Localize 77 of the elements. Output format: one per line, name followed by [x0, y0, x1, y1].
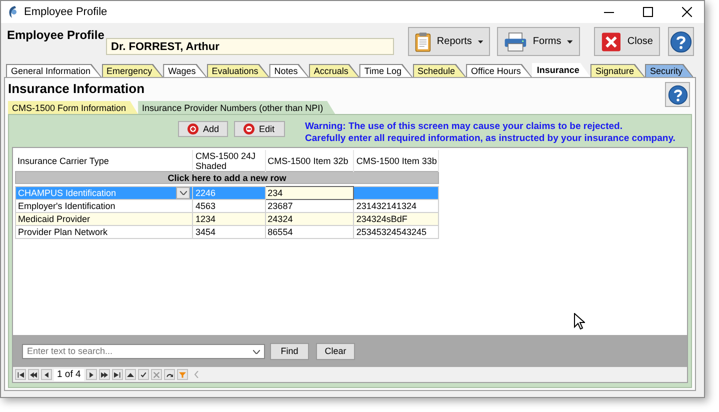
cancel-icon: [152, 372, 160, 378]
app-logo-icon: [7, 5, 19, 19]
dropdown-button[interactable]: [176, 188, 190, 198]
table-cell: 1234: [192, 212, 266, 226]
previous-page-icon: [30, 372, 37, 378]
tab[interactable]: General Information: [6, 64, 102, 77]
carrier-type-value: CHAMPUS Identification: [18, 188, 116, 198]
next-page-icon: [100, 372, 108, 378]
reports-button[interactable]: Reports: [408, 27, 490, 56]
tab[interactable]: Insurance: [532, 63, 590, 77]
previous-record-icon: [43, 372, 50, 378]
move-up-button[interactable]: [124, 369, 136, 380]
find-button[interactable]: Find: [270, 342, 309, 360]
move-up-icon: [126, 372, 134, 378]
window-title: Employee Profile: [24, 6, 108, 18]
section-title: Insurance Information: [8, 80, 146, 96]
tab[interactable]: Security: [644, 64, 694, 77]
check-button[interactable]: [138, 369, 149, 380]
forms-button[interactable]: Forms: [497, 27, 580, 56]
refresh-icon: [166, 372, 173, 378]
plus-circle-icon: [187, 123, 199, 135]
caret-icon: [567, 40, 573, 44]
close-icon: [601, 30, 622, 52]
previous-page-button[interactable]: [28, 369, 39, 380]
table-cell: 2246: [192, 186, 266, 200]
table-cell: 3454: [192, 226, 266, 238]
refresh-button[interactable]: [164, 369, 175, 380]
maximize-icon: [643, 7, 653, 17]
table-cell: 25345324543245: [354, 226, 438, 238]
cell-editor-field[interactable]: 234: [265, 186, 354, 200]
help-button[interactable]: [665, 82, 690, 107]
table-cell: Provider Plan Network: [16, 226, 193, 238]
tab[interactable]: Emergency: [102, 64, 164, 77]
first-record-button[interactable]: [15, 369, 26, 380]
caret-icon: [478, 40, 483, 44]
add-button[interactable]: Add: [178, 121, 228, 137]
tab[interactable]: Evaluations: [206, 64, 270, 77]
table-cell: 234324sBdF: [354, 212, 438, 226]
tab[interactable]: Accruals: [308, 64, 360, 77]
previous-record-button[interactable]: [41, 369, 52, 380]
next-record-button[interactable]: [86, 369, 97, 380]
close-button[interactable]: Close: [594, 27, 660, 56]
check-icon: [140, 372, 147, 378]
filter-icon: [178, 372, 186, 378]
last-record-button[interactable]: [112, 369, 123, 380]
tab[interactable]: Time Log: [359, 64, 413, 77]
first-record-icon: [17, 372, 24, 378]
tab[interactable]: Schedule: [412, 64, 466, 77]
close-icon: [682, 7, 692, 17]
employee-name-field[interactable]: Dr. FORREST, Arthur: [106, 38, 394, 55]
page-title: Employee Profile: [7, 27, 106, 42]
record-position: 1 of 4: [54, 368, 84, 380]
tab[interactable]: Notes: [269, 64, 309, 77]
clear-button[interactable]: Clear: [316, 342, 355, 360]
table-cell: 24324: [265, 212, 354, 226]
table-cell: Medicaid Provider: [16, 212, 193, 226]
next-record-icon: [88, 372, 95, 378]
printer-icon: [504, 30, 527, 54]
tab[interactable]: Office Hours: [466, 64, 532, 77]
edit-button[interactable]: Edit: [234, 121, 285, 137]
last-record-icon: [114, 372, 121, 378]
mouse-cursor-icon: [574, 313, 585, 330]
next-page-button[interactable]: [98, 369, 110, 380]
add-row-bar[interactable]: Click here to add a new row: [16, 172, 438, 184]
search-field[interactable]: Enter text to search...: [22, 344, 265, 358]
tab[interactable]: Signature: [590, 64, 645, 77]
help-icon: [670, 30, 692, 52]
scroll-left-icon: [194, 371, 199, 378]
minus-circle-icon: [243, 123, 255, 135]
table-cell: 86554: [265, 226, 354, 238]
subtab[interactable]: Insurance Provider Numbers (other than NPI): [138, 101, 336, 114]
help-icon: [668, 84, 688, 104]
caret-icon: [180, 191, 187, 195]
warning-text: Warning: The use of this screen may cause your claims to be rejected. Carefully enter all required information, as instructed by your insurance company.: [305, 121, 676, 145]
help-button[interactable]: [668, 27, 694, 56]
tab[interactable]: Wages: [163, 64, 207, 77]
subtab[interactable]: CMS-1500 Form Information: [8, 101, 138, 114]
